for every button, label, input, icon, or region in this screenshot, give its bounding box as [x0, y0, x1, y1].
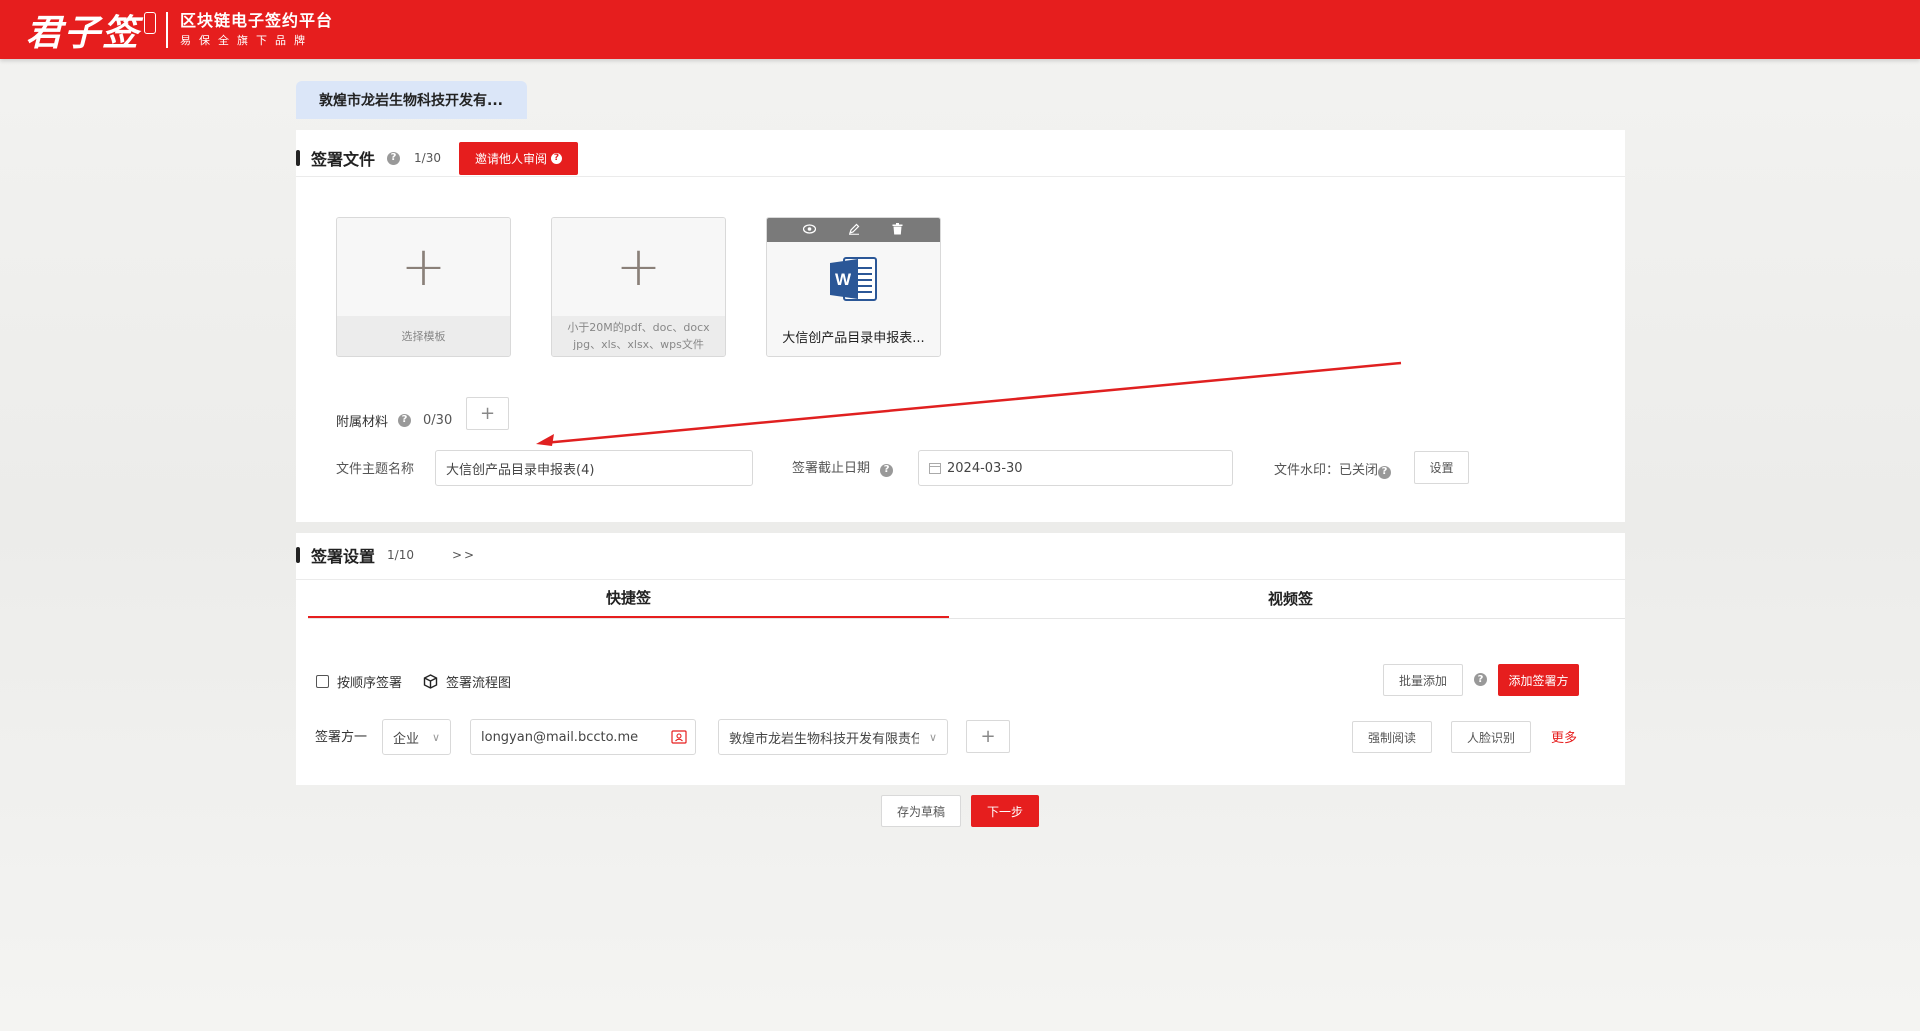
- flowchart-link[interactable]: 签署流程图: [446, 672, 511, 691]
- file-toolbar: [767, 218, 940, 242]
- sequential-checkbox[interactable]: [316, 674, 329, 688]
- sign-settings-title: 签署设置: [311, 547, 376, 566]
- deadline-date-input[interactable]: 2024-03-30: [918, 450, 1233, 486]
- platform-title: 区块链电子签约平台 易保全旗下品牌: [180, 11, 334, 47]
- help-icon[interactable]: ?: [880, 463, 894, 477]
- sign-files-title: 签署文件: [311, 150, 376, 169]
- logo-seal-icon: [144, 11, 157, 34]
- watermark-status: 文件水印：已关闭?: [1274, 459, 1392, 479]
- company-tab[interactable]: 敦煌市龙岩生物科技开发有...: [296, 81, 527, 119]
- signer-label: 签署方一: [315, 730, 368, 745]
- signer-count: 1/10: [387, 548, 414, 562]
- chevron-down-icon: ∨: [431, 730, 440, 744]
- more-link[interactable]: 更多: [1551, 727, 1577, 746]
- file-count: 1/30: [414, 151, 441, 165]
- upload-hint: 小于20M的pdf、doc、docx jpg、xls、xlsx、wps文件: [552, 316, 725, 356]
- chevron-down-icon: ∨: [928, 730, 937, 744]
- signer-type-select[interactable]: 企业 ∨: [382, 719, 451, 755]
- help-icon[interactable]: ?: [1378, 465, 1392, 479]
- deadline-value: 2024-03-30: [947, 460, 1023, 476]
- attachment-label: 附属材料: [336, 414, 389, 430]
- calendar-icon: [929, 463, 941, 474]
- add-attachment-button[interactable]: +: [466, 397, 509, 430]
- tab-video-sign[interactable]: 视频签: [949, 578, 1632, 618]
- logo-divider: [166, 11, 169, 48]
- help-icon: ?: [550, 152, 562, 164]
- signer-email-input[interactable]: longyan@mail.bccto.me: [470, 719, 696, 755]
- file-name: 大信创产品目录申报表...: [767, 316, 940, 356]
- upload-file-card[interactable]: + 小于20M的pdf、doc、docx jpg、xls、xlsx、wps文件: [551, 217, 726, 357]
- eye-icon[interactable]: [802, 223, 817, 237]
- force-read-button[interactable]: 强制阅读: [1352, 721, 1432, 753]
- sign-options-row: 按顺序签署 签署流程图: [316, 669, 511, 693]
- help-icon[interactable]: ?: [1474, 673, 1487, 686]
- signer-company-select[interactable]: 敦煌市龙岩生物科技开发有限责任 ∨: [718, 719, 948, 755]
- sign-files-panel: 签署文件 ? 1/30 邀请他人审阅 ? + 选择模板 + 小于20M的pdf、…: [296, 130, 1625, 522]
- subject-label: 文件主题名称: [336, 462, 415, 477]
- sign-settings-panel: 签署设置 1/10 >> 快捷签 视频签 按顺序签署 签署流程图 批量添加 ? …: [296, 533, 1625, 785]
- batch-add-button[interactable]: 批量添加: [1383, 664, 1463, 696]
- annotation-arrow: [536, 361, 1402, 446]
- uploaded-file-card[interactable]: W 大信创产品目录申报表...: [766, 217, 941, 357]
- watermark-settings-button[interactable]: 设置: [1414, 451, 1469, 484]
- save-draft-button[interactable]: 存为草稿: [881, 795, 961, 827]
- cube-icon: [423, 673, 438, 689]
- word-icon: W: [829, 257, 877, 301]
- invite-review-button[interactable]: 邀请他人审阅 ?: [458, 141, 578, 175]
- sign-type-tabs: 快捷签 视频签: [308, 578, 1625, 619]
- select-template-card[interactable]: + 选择模板: [336, 217, 511, 357]
- attachment-row: 附属材料 ? 0/30: [336, 402, 452, 438]
- plus-icon: +: [400, 235, 447, 298]
- plus-icon: +: [615, 235, 662, 298]
- platform-slogan: 易保全旗下品牌: [180, 34, 314, 47]
- face-recognition-button[interactable]: 人脸识别: [1451, 721, 1531, 753]
- sequential-label: 按顺序签署: [337, 675, 403, 691]
- deadline-label: 签署截止日期 ?: [792, 457, 894, 477]
- sign-settings-header: 签署设置 1/10 >>: [296, 543, 476, 567]
- top-bar: 君子签 区块链电子签约平台 易保全旗下品牌: [0, 0, 1920, 59]
- sign-files-header: 签署文件 ? 1/30 邀请他人审阅 ?: [296, 141, 578, 175]
- select-template-label: 选择模板: [337, 316, 510, 356]
- platform-name: 区块链电子签约平台: [180, 11, 334, 30]
- attachment-count: 0/30: [423, 412, 453, 428]
- tab-quick-sign[interactable]: 快捷签: [308, 578, 949, 618]
- edit-icon[interactable]: [847, 223, 861, 238]
- contact-card-icon[interactable]: [671, 730, 687, 744]
- help-icon[interactable]: ?: [398, 413, 412, 427]
- next-step-button[interactable]: 下一步: [971, 795, 1039, 827]
- help-icon[interactable]: ?: [387, 151, 401, 165]
- svg-text:W: W: [834, 270, 851, 289]
- add-signer-button[interactable]: 添加签署方: [1498, 664, 1579, 696]
- subject-input[interactable]: 大信创产品目录申报表(4): [435, 450, 753, 486]
- trash-icon[interactable]: [891, 222, 905, 238]
- brand-logo[interactable]: 君子签: [26, 4, 140, 56]
- add-signer-row-button[interactable]: +: [966, 720, 1010, 753]
- expand-arrows[interactable]: >>: [452, 548, 476, 562]
